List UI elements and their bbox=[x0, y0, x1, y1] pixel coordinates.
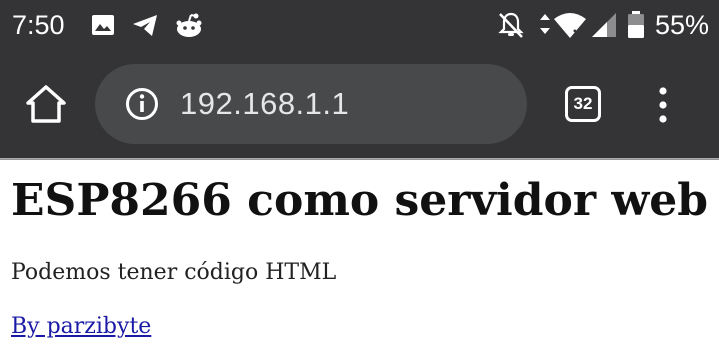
page-paragraph: Podemos tener código HTML bbox=[11, 260, 337, 285]
info-icon[interactable] bbox=[125, 87, 159, 121]
reddit-icon bbox=[176, 13, 202, 37]
status-bar: 7:50 55% bbox=[0, 0, 719, 50]
cell-signal-icon bbox=[592, 13, 616, 37]
page-content: ESP8266 como servidor web Podemos tener … bbox=[0, 160, 719, 354]
overflow-menu-icon[interactable] bbox=[648, 84, 678, 126]
battery-icon bbox=[628, 11, 644, 38]
wifi-icon bbox=[554, 13, 586, 39]
telegram-icon bbox=[133, 15, 157, 36]
status-time: 7:50 bbox=[12, 10, 65, 40]
tab-switcher-button[interactable]: 32 bbox=[565, 86, 601, 122]
gallery-icon bbox=[92, 15, 114, 35]
home-icon[interactable] bbox=[22, 80, 70, 128]
browser-toolbar: 192.168.1.1 32 bbox=[0, 50, 719, 160]
author-link[interactable]: By parzibyte bbox=[11, 312, 151, 342]
notifications-off-icon bbox=[498, 12, 524, 38]
url-text[interactable]: 192.168.1.1 bbox=[180, 83, 349, 125]
page-heading: ESP8266 como servidor web bbox=[11, 175, 709, 226]
battery-percent: 55% bbox=[655, 10, 710, 40]
address-bar[interactable]: 192.168.1.1 bbox=[95, 64, 527, 144]
